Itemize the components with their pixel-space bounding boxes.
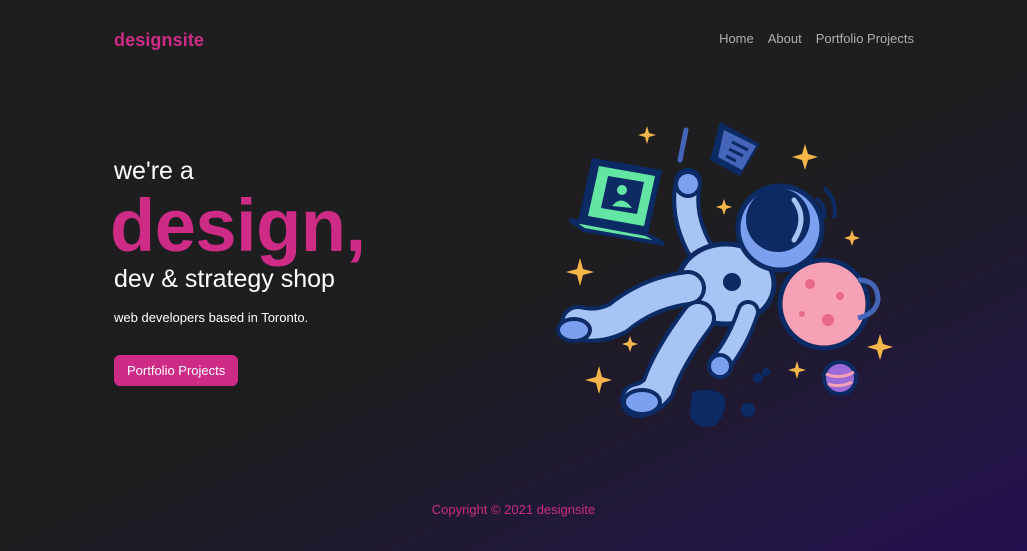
brand-logo[interactable]: designsite (114, 30, 204, 51)
hero-section: we're a design, dev & strategy shop web … (110, 156, 366, 386)
nav-item-portfolio-projects[interactable]: Portfolio Projects (816, 31, 914, 46)
astronaut-illustration (556, 122, 893, 427)
mug-icon (690, 368, 770, 427)
planet-icon (777, 257, 881, 351)
book-icon (710, 122, 760, 176)
planet-icon (822, 360, 858, 396)
portfolio-projects-button[interactable]: Portfolio Projects (114, 355, 239, 386)
hero-headline: design, (110, 184, 366, 267)
nav-item-about[interactable]: About (768, 31, 802, 46)
hero-description: web developers based in Toronto. (114, 310, 309, 325)
hero-intro: we're a (114, 157, 194, 185)
footer-copyright: Copyright © 2021 designsite (431, 502, 596, 517)
nav-item-home[interactable]: Home (719, 31, 754, 46)
hero-subheadline: dev & strategy shop (114, 265, 335, 293)
main-nav: Home About Portfolio Projects (719, 31, 914, 46)
laptop-icon (568, 158, 665, 246)
